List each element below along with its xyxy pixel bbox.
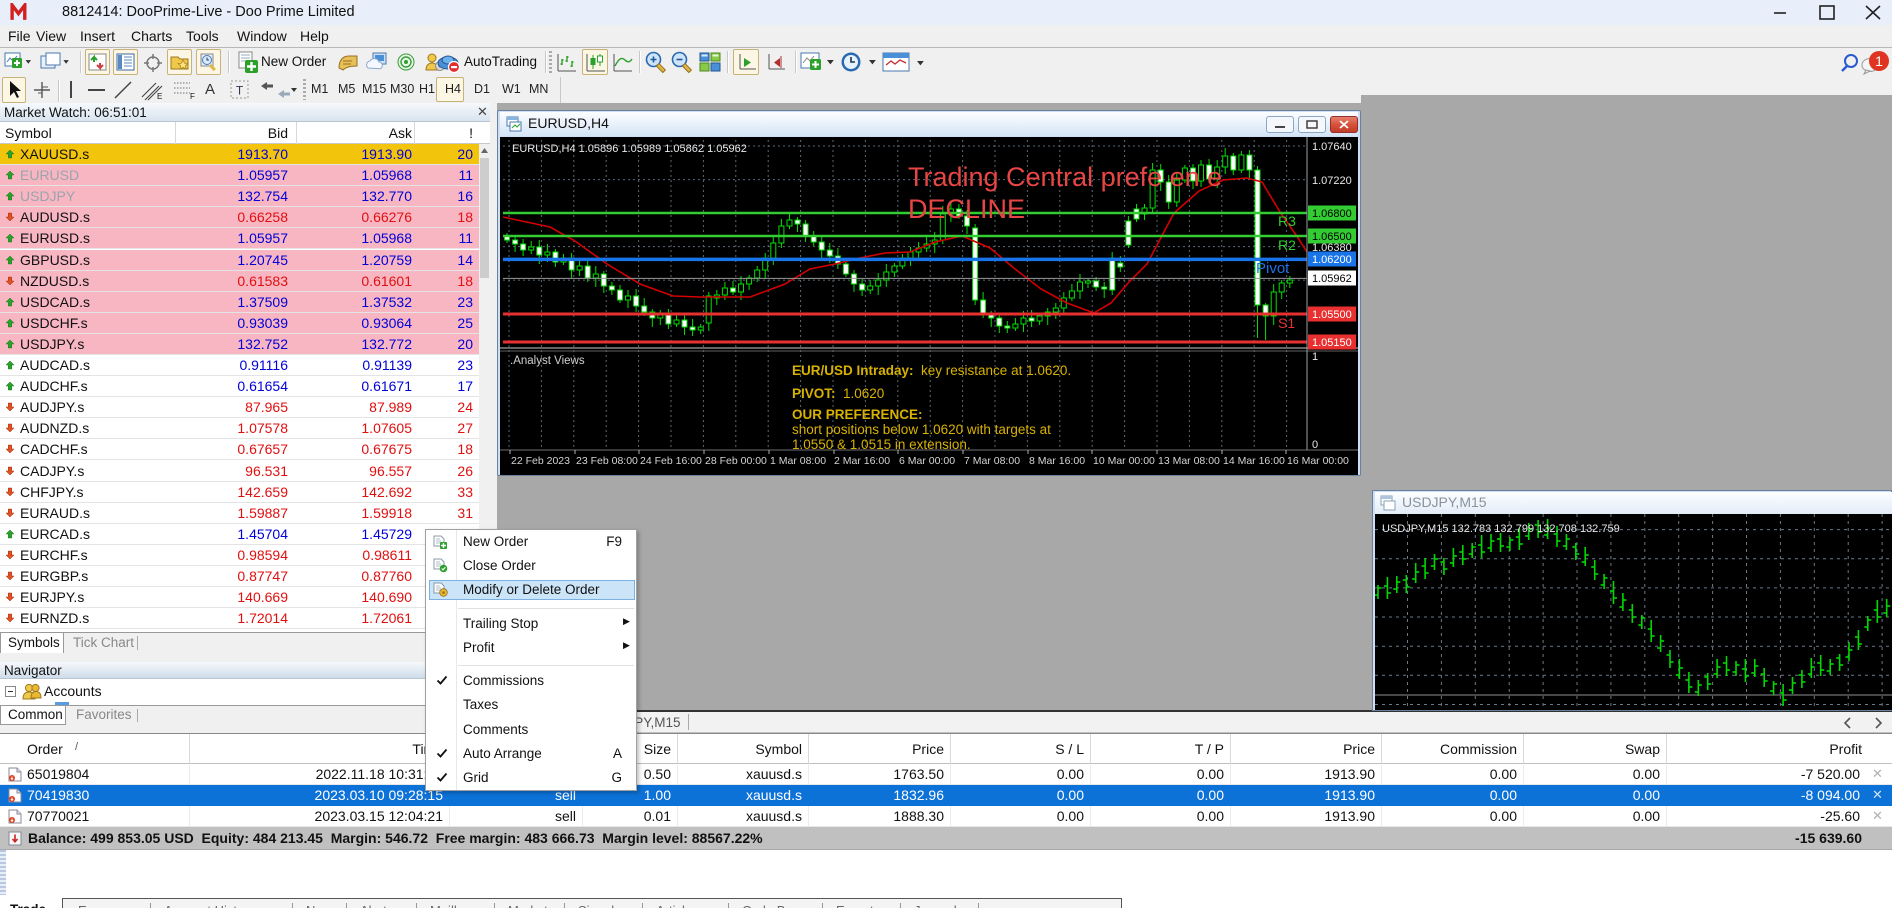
svg-text:1 Mar 08:00: 1 Mar 08:00 xyxy=(770,455,826,467)
svg-text:23 Feb 08:00: 23 Feb 08:00 xyxy=(576,455,638,467)
svg-text:USDJPY,M15 132.783 132.799 13: USDJPY,M15 132.783 132.799 132.708 132.7… xyxy=(1382,523,1620,535)
svg-text:F: F xyxy=(190,92,195,101)
svg-text:.Analyst Views: .Analyst Views xyxy=(510,355,585,367)
svg-text:8 Mar 16:00: 8 Mar 16:00 xyxy=(1029,455,1085,467)
svg-text:E: E xyxy=(157,92,162,101)
svg-text:Trading Central prefe en e: Trading Central prefe en e xyxy=(908,162,1222,192)
svg-text:0: 0 xyxy=(1312,439,1318,451)
svg-text:7 Mar 08:00: 7 Mar 08:00 xyxy=(964,455,1020,467)
svg-text:R2: R2 xyxy=(1278,237,1296,253)
svg-text:13 Mar 08:00: 13 Mar 08:00 xyxy=(1158,455,1220,467)
svg-text:2 Mar 16:00: 2 Mar 16:00 xyxy=(834,455,890,467)
svg-text:R3: R3 xyxy=(1278,213,1296,229)
svg-text:1.06800: 1.06800 xyxy=(1312,208,1352,220)
svg-text:22 Feb 2023: 22 Feb 2023 xyxy=(511,455,570,467)
svg-text:DECLINE: DECLINE xyxy=(908,194,1025,224)
svg-text:1.05150: 1.05150 xyxy=(1312,337,1352,349)
svg-text:28 Feb 00:00: 28 Feb 00:00 xyxy=(705,455,767,467)
svg-text:Pivot: Pivot xyxy=(1256,260,1290,277)
svg-text:1.05962: 1.05962 xyxy=(1312,273,1352,285)
svg-text:1.06500: 1.06500 xyxy=(1312,231,1352,243)
svg-text:10 Mar 00:00: 10 Mar 00:00 xyxy=(1093,455,1155,467)
svg-text:24 Feb 16:00: 24 Feb 16:00 xyxy=(640,455,702,467)
svg-text:short positions below 1.0620 w: short positions below 1.0620 with target… xyxy=(792,422,1051,437)
svg-text:14 Mar 16:00: 14 Mar 16:00 xyxy=(1223,455,1285,467)
svg-text:1.05500: 1.05500 xyxy=(1312,309,1352,321)
svg-text:OUR PREFERENCE:: OUR PREFERENCE: xyxy=(792,407,923,422)
svg-text:S1: S1 xyxy=(1278,315,1295,331)
svg-text:1: 1 xyxy=(1875,53,1883,69)
svg-text:1.07220: 1.07220 xyxy=(1312,175,1352,187)
svg-text:1.07640: 1.07640 xyxy=(1312,141,1352,153)
svg-text:PIVOT: 1.0620: PIVOT: 1.0620 xyxy=(792,386,884,401)
svg-text:1: 1 xyxy=(1312,351,1318,363)
svg-text:6 Mar 00:00: 6 Mar 00:00 xyxy=(899,455,955,467)
svg-text:T: T xyxy=(236,84,244,98)
svg-text:EUR/USD Intraday: key resista: EUR/USD Intraday: key resistance at 1.06… xyxy=(792,363,1071,378)
svg-text:16 Mar 00:00: 16 Mar 00:00 xyxy=(1287,455,1349,467)
svg-text:EURUSD,H4 1.05896 1.05989 1.0: EURUSD,H4 1.05896 1.05989 1.05862 1.0596… xyxy=(512,143,747,155)
svg-text:1.06200: 1.06200 xyxy=(1312,254,1352,266)
